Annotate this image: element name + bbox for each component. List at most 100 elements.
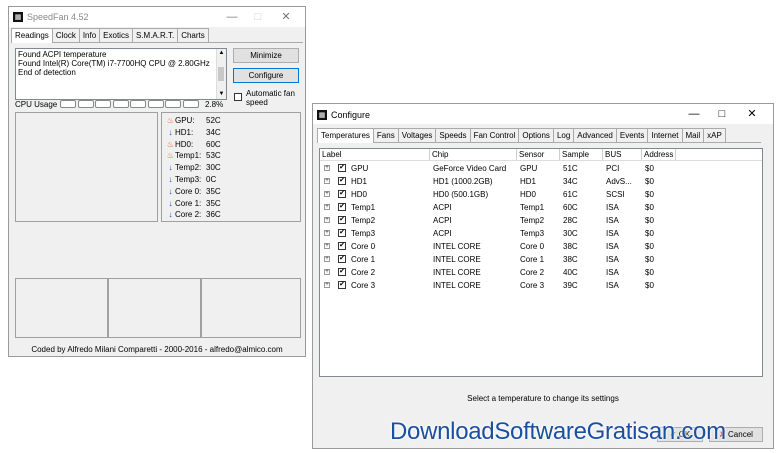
- tab-fans[interactable]: Fans: [372, 128, 399, 142]
- column-header-address[interactable]: Address: [642, 149, 676, 160]
- table-row[interactable]: + ✔ Core 3 INTEL CORE Core 3 39C ISA $0: [320, 279, 762, 292]
- expand-icon[interactable]: +: [324, 191, 330, 197]
- column-header-sample[interactable]: Sample: [560, 149, 603, 160]
- tab-log[interactable]: Log: [552, 128, 575, 142]
- readings-panel: ♨GPU: 52C ↓ HD1: 34C ♨HD0: 60C ♨Temp1: 53C ↓ Temp2…: [161, 112, 301, 222]
- minimize-button[interactable]: Minimize: [233, 48, 299, 63]
- reading-label: HD0:: [175, 139, 194, 149]
- cell-bus: PCI: [606, 164, 620, 173]
- table-row[interactable]: + ✔ GPU GeForce Video Card GPU 51C PCI $0: [320, 162, 762, 175]
- tab-clock[interactable]: Clock: [51, 28, 80, 42]
- column-header-sensor[interactable]: Sensor: [517, 149, 560, 160]
- expand-icon[interactable]: +: [324, 217, 330, 223]
- expand-icon[interactable]: +: [324, 256, 330, 262]
- reading-label: Temp2:: [175, 163, 202, 173]
- log-scrollbar[interactable]: ▲ ▼: [216, 49, 226, 99]
- minimize-window-icon[interactable]: —: [219, 9, 245, 25]
- tab-mail[interactable]: Mail: [681, 128, 705, 142]
- row-checkbox[interactable]: ✔: [338, 190, 346, 198]
- cell-address: $0: [645, 242, 654, 251]
- scroll-thumb[interactable]: [218, 67, 224, 81]
- table-row[interactable]: + ✔ Core 2 INTEL CORE Core 2 40C ISA $0: [320, 266, 762, 279]
- cancel-label: Cancel: [728, 430, 753, 439]
- flame-icon: ♨: [166, 116, 175, 125]
- cell-label: HD0: [351, 190, 368, 199]
- expand-icon[interactable]: +: [324, 204, 330, 210]
- cpu-usage-value: 2.8%: [205, 100, 224, 109]
- cell-label: GPU: [351, 164, 369, 173]
- cell-chip: ACPI: [433, 203, 452, 212]
- column-header-chip[interactable]: Chip: [430, 149, 517, 160]
- speedfan-app-icon: ▦: [13, 12, 23, 22]
- tab-voltages[interactable]: Voltages: [397, 128, 437, 142]
- tab-exotics[interactable]: Exotics: [99, 28, 133, 42]
- expand-icon[interactable]: +: [324, 165, 330, 171]
- expand-icon[interactable]: +: [324, 282, 330, 288]
- table-row[interactable]: + ✔ Temp2 ACPI Temp2 28C ISA $0: [320, 214, 762, 227]
- column-header-label[interactable]: Label: [320, 149, 430, 160]
- table-row[interactable]: + ✔ Temp3 ACPI Temp3 30C ISA $0: [320, 227, 762, 240]
- expand-icon[interactable]: +: [324, 269, 330, 275]
- tab-xap[interactable]: xAP: [703, 128, 726, 142]
- cell-sensor: Core 0: [520, 242, 545, 251]
- tab-options[interactable]: Options: [518, 128, 554, 142]
- reading-row: ↓ Core 0: 35C: [166, 186, 221, 197]
- cell-bus: ISA: [606, 229, 619, 238]
- configure-titlebar[interactable]: ▦ Configure — □ ✕: [313, 104, 773, 124]
- tab-charts[interactable]: Charts: [177, 28, 209, 42]
- row-checkbox[interactable]: ✔: [338, 177, 346, 185]
- reading-label: HD1:: [175, 127, 194, 137]
- detection-log[interactable]: Found ACPI temperature Found Intel(R) Cor…: [15, 48, 227, 100]
- down-arrow-icon: ↓: [168, 186, 173, 196]
- row-checkbox[interactable]: ✔: [338, 216, 346, 224]
- tab-advanced[interactable]: Advanced: [573, 128, 617, 142]
- cell-sensor: GPU: [520, 164, 538, 173]
- cell-label: Core 2: [351, 268, 376, 277]
- table-row[interactable]: + ✔ Core 1 INTEL CORE Core 1 38C ISA $0: [320, 253, 762, 266]
- auto-fan-checkbox[interactable]: [234, 93, 242, 101]
- tab-speeds[interactable]: Speeds: [435, 128, 471, 142]
- cell-address: $0: [645, 203, 654, 212]
- tab-temperatures[interactable]: Temperatures: [317, 128, 374, 143]
- close-window-icon[interactable]: ✕: [739, 106, 765, 122]
- tab-readings[interactable]: Readings: [11, 28, 53, 43]
- tab-internet[interactable]: Internet: [647, 128, 683, 142]
- tab-fan-control[interactable]: Fan Control: [469, 128, 520, 142]
- cpu-usage-label: CPU Usage: [15, 100, 58, 109]
- cell-sensor: Core 1: [520, 255, 545, 264]
- row-checkbox[interactable]: ✔: [338, 164, 346, 172]
- row-checkbox[interactable]: ✔: [338, 242, 346, 250]
- row-checkbox[interactable]: ✔: [338, 255, 346, 263]
- table-row[interactable]: + ✔ HD0 HD0 (500.1GB) HD0 61C SCSI $0: [320, 188, 762, 201]
- scroll-down-icon[interactable]: ▼: [217, 90, 226, 99]
- scroll-up-icon[interactable]: ▲: [217, 49, 226, 58]
- table-row[interactable]: + ✔ Core 0 INTEL CORE Core 0 38C ISA $0: [320, 240, 762, 253]
- table-row[interactable]: + ✔ Temp1 ACPI Temp1 60C ISA $0: [320, 201, 762, 214]
- flame-icon: ♨: [166, 151, 175, 161]
- close-window-icon[interactable]: ✕: [273, 9, 299, 25]
- configure-button[interactable]: Configure: [233, 68, 299, 83]
- expand-icon[interactable]: +: [324, 243, 330, 249]
- cell-chip: ACPI: [433, 229, 452, 238]
- maximize-window-icon[interactable]: □: [245, 9, 271, 25]
- cell-sensor: Temp3: [520, 229, 545, 238]
- row-checkbox[interactable]: ✔: [338, 281, 346, 289]
- tab-s-m-a-r-t[interactable]: S.M.A.R.T.: [131, 28, 179, 42]
- minimize-window-icon[interactable]: —: [681, 106, 707, 122]
- expand-icon[interactable]: +: [324, 178, 330, 184]
- tab-events[interactable]: Events: [615, 128, 649, 142]
- table-row[interactable]: + ✔ HD1 HD1 (1000.2GB) HD1 34C AdvS... $0: [320, 175, 762, 188]
- expand-icon[interactable]: +: [324, 230, 330, 236]
- cell-sample: 30C: [563, 229, 578, 238]
- row-checkbox[interactable]: ✔: [338, 203, 346, 211]
- column-header-bus[interactable]: BUS: [603, 149, 642, 160]
- speedfan-titlebar[interactable]: ▦ SpeedFan 4.52 — □ ✕: [9, 7, 305, 27]
- flame-icon: ♨: [166, 139, 175, 149]
- temperatures-table[interactable]: Label Chip Sensor Sample BUS Address + ✔ GPU GeF…: [319, 148, 763, 377]
- row-checkbox[interactable]: ✔: [338, 229, 346, 237]
- maximize-window-icon[interactable]: □: [709, 106, 735, 122]
- watermark-text: DownloadSoftwareGratisan.com: [390, 418, 726, 445]
- tab-info[interactable]: Info: [78, 28, 101, 42]
- row-checkbox[interactable]: ✔: [338, 268, 346, 276]
- cell-sample: 61C: [563, 190, 578, 199]
